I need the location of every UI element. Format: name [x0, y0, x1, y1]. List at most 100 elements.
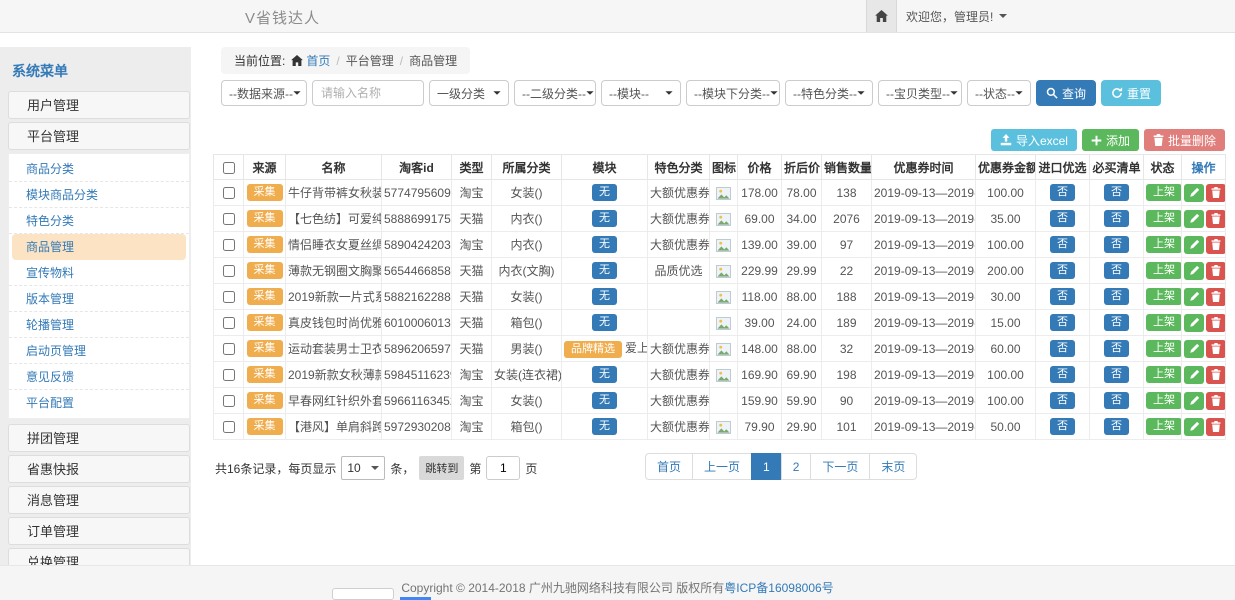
edit-button[interactable] — [1184, 392, 1204, 410]
delete-button[interactable] — [1206, 236, 1226, 254]
sidebar-group-bottom-2[interactable]: 消息管理 — [8, 486, 190, 514]
status-badge[interactable]: 上架 — [1146, 184, 1182, 201]
delete-button[interactable] — [1206, 314, 1226, 332]
icp-link[interactable]: 粤ICP备16098006号 — [724, 581, 833, 595]
sidebar-item-7[interactable]: 启动页管理 — [9, 338, 189, 364]
must-buy-badge[interactable]: 否 — [1104, 210, 1129, 227]
row-checkbox[interactable] — [223, 395, 235, 407]
reset-button[interactable]: 重置 — [1101, 80, 1161, 106]
row-checkbox[interactable] — [223, 187, 235, 199]
status-badge[interactable]: 上架 — [1146, 392, 1182, 409]
delete-button[interactable] — [1206, 262, 1226, 280]
second-category-select[interactable]: --二级分类-- — [514, 80, 596, 106]
delete-button[interactable] — [1206, 288, 1226, 306]
import-select-badge[interactable]: 否 — [1050, 184, 1075, 201]
row-checkbox[interactable] — [223, 343, 235, 355]
page-size-select[interactable]: 10 — [341, 456, 385, 480]
delete-button[interactable] — [1206, 366, 1226, 384]
edit-button[interactable] — [1184, 314, 1204, 332]
sidebar-item-3[interactable]: 商品管理 — [12, 234, 186, 260]
edit-button[interactable] — [1184, 288, 1204, 306]
must-buy-badge[interactable]: 否 — [1104, 418, 1129, 435]
import-select-badge[interactable]: 否 — [1050, 366, 1075, 383]
status-badge[interactable]: 上架 — [1146, 262, 1182, 279]
import-select-badge[interactable]: 否 — [1050, 314, 1075, 331]
status-badge[interactable]: 上架 — [1146, 314, 1182, 331]
search-input[interactable] — [312, 80, 424, 106]
first-category-select[interactable]: 一级分类 — [429, 80, 509, 106]
last-page-button[interactable]: 末页 — [869, 453, 917, 480]
feature-category-select[interactable]: --特色分类-- — [785, 80, 873, 106]
search-button[interactable]: 查询 — [1036, 80, 1096, 106]
sidebar-item-2[interactable]: 特色分类 — [9, 208, 189, 234]
next-page-button[interactable]: 下一页 — [810, 453, 870, 480]
import-select-badge[interactable]: 否 — [1050, 392, 1075, 409]
jump-to-button[interactable]: 跳转到 — [419, 456, 464, 480]
data-source-select[interactable]: --数据来源-- — [221, 80, 307, 106]
import-select-badge[interactable]: 否 — [1050, 210, 1075, 227]
page-1-button[interactable]: 1 — [751, 453, 782, 480]
row-checkbox[interactable] — [223, 291, 235, 303]
sidebar-item-6[interactable]: 轮播管理 — [9, 312, 189, 338]
sidebar-group-0[interactable]: 用户管理 — [8, 91, 190, 119]
row-checkbox[interactable] — [223, 421, 235, 433]
item-type-select[interactable]: --宝贝类型-- — [878, 80, 962, 106]
module-select[interactable]: --模块-- — [601, 80, 681, 106]
status-select[interactable]: --状态-- — [967, 80, 1031, 106]
edit-button[interactable] — [1184, 184, 1204, 202]
status-badge[interactable]: 上架 — [1146, 418, 1182, 435]
must-buy-badge[interactable]: 否 — [1104, 236, 1129, 253]
row-checkbox[interactable] — [223, 265, 235, 277]
must-buy-badge[interactable]: 否 — [1104, 184, 1129, 201]
must-buy-badge[interactable]: 否 — [1104, 262, 1129, 279]
edit-button[interactable] — [1184, 262, 1204, 280]
import-select-badge[interactable]: 否 — [1050, 340, 1075, 357]
import-select-badge[interactable]: 否 — [1050, 288, 1075, 305]
first-page-button[interactable]: 首页 — [645, 453, 693, 480]
delete-button[interactable] — [1206, 418, 1226, 436]
row-checkbox[interactable] — [223, 213, 235, 225]
row-checkbox[interactable] — [223, 317, 235, 329]
sidebar-group-bottom-3[interactable]: 订单管理 — [8, 517, 190, 545]
breadcrumb-home-link[interactable]: 首页 — [291, 52, 330, 69]
must-buy-badge[interactable]: 否 — [1104, 366, 1129, 383]
row-checkbox[interactable] — [223, 239, 235, 251]
row-checkbox[interactable] — [223, 369, 235, 381]
must-buy-badge[interactable]: 否 — [1104, 392, 1129, 409]
sidebar-item-8[interactable]: 意见反馈 — [9, 364, 189, 390]
delete-button[interactable] — [1206, 184, 1226, 202]
edit-button[interactable] — [1184, 340, 1204, 358]
must-buy-badge[interactable]: 否 — [1104, 288, 1129, 305]
status-badge[interactable]: 上架 — [1146, 210, 1182, 227]
status-badge[interactable]: 上架 — [1146, 366, 1182, 383]
sidebar-item-5[interactable]: 版本管理 — [9, 286, 189, 312]
import-select-badge[interactable]: 否 — [1050, 236, 1075, 253]
batch-delete-button[interactable]: 批量删除 — [1144, 129, 1225, 151]
sidebar-group-bottom-4[interactable]: 兑换管理 — [8, 548, 190, 565]
sidebar-item-4[interactable]: 宣传物料 — [9, 260, 189, 286]
import-excel-button[interactable]: 导入excel — [991, 129, 1077, 151]
delete-button[interactable] — [1206, 340, 1226, 358]
page-2-button[interactable]: 2 — [781, 453, 812, 480]
sidebar-group-bottom-1[interactable]: 省惠快报 — [8, 455, 190, 483]
edit-button[interactable] — [1184, 210, 1204, 228]
status-badge[interactable]: 上架 — [1146, 288, 1182, 305]
status-badge[interactable]: 上架 — [1146, 340, 1182, 357]
module-subcategory-select[interactable]: --模块下分类-- — [686, 80, 780, 106]
import-select-badge[interactable]: 否 — [1050, 262, 1075, 279]
edit-button[interactable] — [1184, 236, 1204, 254]
import-select-badge[interactable]: 否 — [1050, 418, 1075, 435]
prev-page-button[interactable]: 上一页 — [692, 453, 752, 480]
sidebar-group-bottom-0[interactable]: 拼团管理 — [8, 424, 190, 452]
sidebar-group-1[interactable]: 平台管理 — [8, 122, 190, 150]
edit-button[interactable] — [1184, 418, 1204, 436]
edit-button[interactable] — [1184, 366, 1204, 384]
status-badge[interactable]: 上架 — [1146, 236, 1182, 253]
sidebar-item-1[interactable]: 模块商品分类 — [9, 182, 189, 208]
add-button[interactable]: 添加 — [1082, 129, 1139, 151]
must-buy-badge[interactable]: 否 — [1104, 340, 1129, 357]
delete-button[interactable] — [1206, 392, 1226, 410]
jump-page-input[interactable] — [486, 456, 520, 480]
sidebar-item-0[interactable]: 商品分类 — [9, 156, 189, 182]
must-buy-badge[interactable]: 否 — [1104, 314, 1129, 331]
